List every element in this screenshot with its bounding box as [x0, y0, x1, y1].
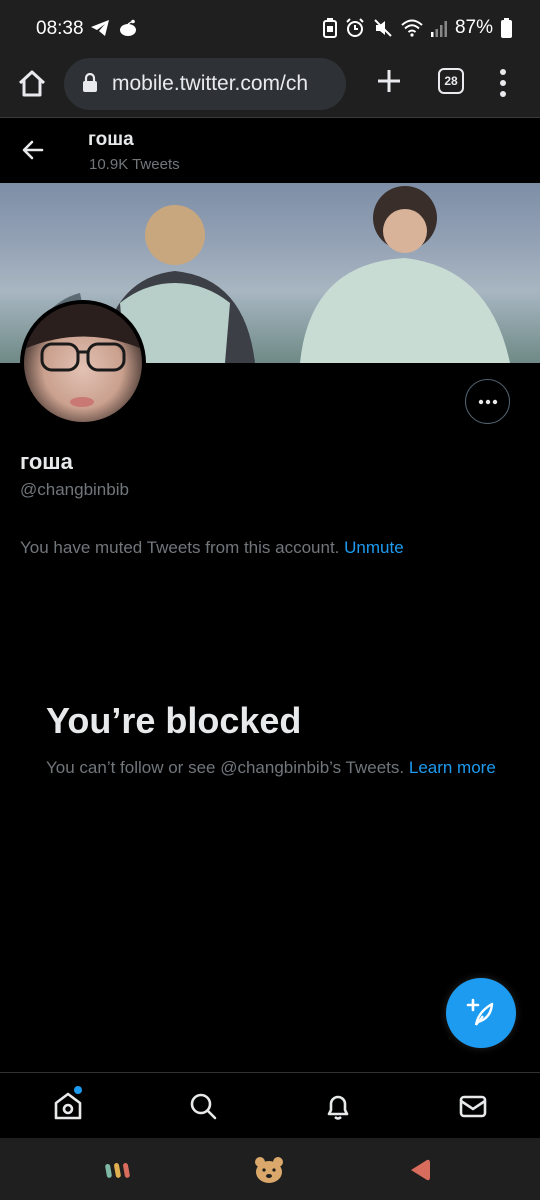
learn-more-link[interactable]: Learn more [409, 758, 496, 777]
bottom-navigation [0, 1072, 540, 1138]
unmute-link[interactable]: Unmute [344, 538, 404, 557]
nav-messages[interactable] [457, 1090, 489, 1122]
arrow-left-icon [22, 140, 44, 160]
header-tweet-count: 10.9K Tweets [89, 156, 180, 173]
nav-search[interactable] [187, 1090, 219, 1122]
url-text: mobile.twitter.com/ch [112, 72, 309, 95]
profile-avatar[interactable] [20, 300, 146, 426]
avatar-photo [24, 304, 142, 407]
back-triangle-icon [411, 1159, 430, 1181]
back-button[interactable] [20, 137, 46, 163]
search-icon [190, 1093, 217, 1120]
compose-tweet-button[interactable] [446, 978, 516, 1048]
nav-notifications[interactable] [322, 1090, 354, 1122]
header-display-name: гоша [88, 129, 134, 150]
profile-handle: @changbinbib [20, 480, 129, 499]
new-tab-button[interactable] [374, 66, 404, 96]
system-navigation-bar [0, 1138, 540, 1200]
mail-icon [459, 1095, 487, 1118]
home-system-button[interactable] [254, 1156, 284, 1184]
browser-home-button[interactable] [16, 68, 48, 100]
lock-icon [83, 73, 97, 92]
tab-switcher-button[interactable]: 28 [438, 68, 464, 94]
home-unread-dot [74, 1086, 82, 1094]
telegram-icon [91, 20, 109, 36]
muted-notice-text: You have muted Tweets from this account. [20, 538, 340, 557]
address-bar[interactable]: mobile.twitter.com/ch [64, 58, 346, 110]
compose-feather-icon [466, 998, 494, 1026]
more-horizontal-icon [478, 399, 497, 404]
recents-icon [105, 1162, 130, 1178]
mute-icon [374, 19, 392, 37]
profile-top-bar: гоша 10.9K Tweets [0, 119, 540, 183]
bear-home-icon [255, 1157, 283, 1183]
blocked-title: You’re blocked [46, 700, 302, 741]
browser-toolbar: mobile.twitter.com/ch 28 [0, 56, 540, 118]
recent-apps-button[interactable] [103, 1156, 133, 1184]
battery-icon [501, 18, 512, 38]
home-outline-icon [18, 70, 46, 97]
signal-icon [430, 21, 447, 37]
reddit-icon [120, 19, 136, 36]
muted-notice: You have muted Tweets from this account.… [20, 538, 404, 558]
vertical-dots-icon [500, 69, 506, 97]
battery-saver-icon [322, 18, 337, 38]
alarm-icon [346, 18, 364, 37]
nav-home[interactable] [52, 1086, 84, 1122]
browser-menu-button[interactable] [497, 68, 509, 98]
home-icon [54, 1092, 82, 1120]
status-time: 08:38 [36, 18, 84, 39]
blocked-description-text: You can’t follow or see @changbinbib’s T… [46, 758, 405, 777]
plus-icon [378, 70, 400, 92]
status-bar: 08:38 87% [0, 0, 540, 56]
blocked-description: You can’t follow or see @changbinbib’s T… [46, 756, 506, 780]
wifi-icon [401, 19, 423, 37]
profile-display-name: гоша [20, 449, 73, 474]
bell-icon [327, 1095, 349, 1120]
more-options-button[interactable] [465, 379, 510, 424]
back-system-button[interactable] [405, 1156, 435, 1184]
battery-percent: 87% [454, 17, 493, 38]
